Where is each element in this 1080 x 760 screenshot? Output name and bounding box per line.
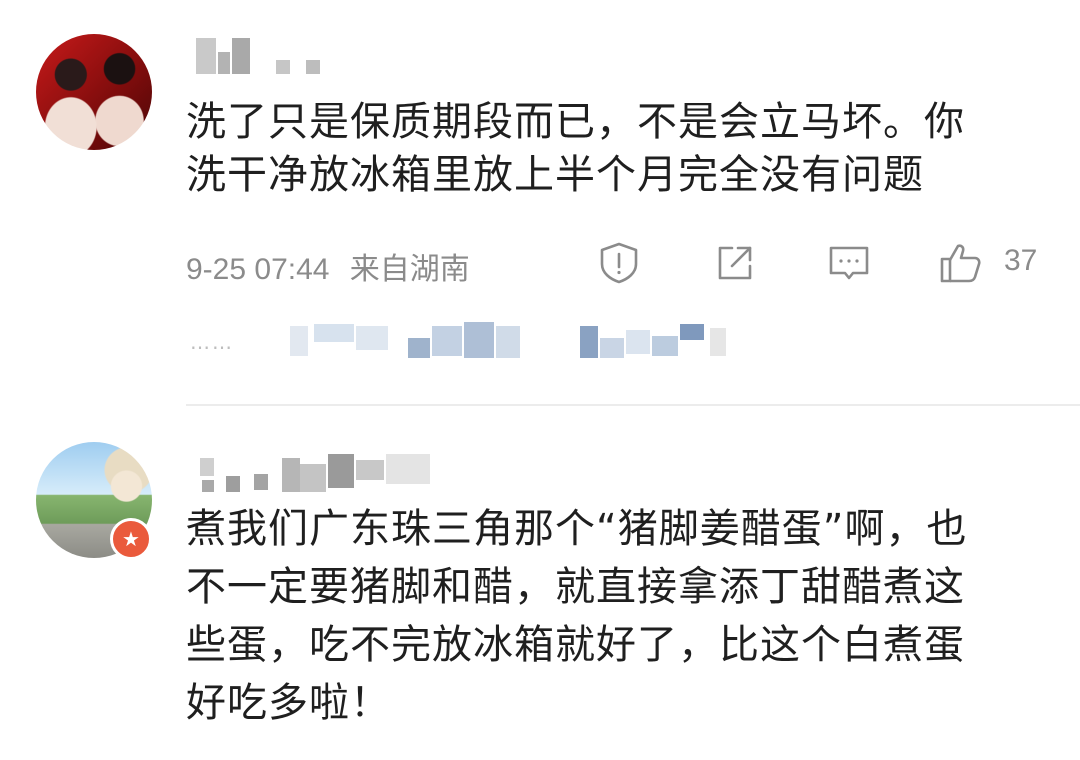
report-icon[interactable] <box>596 240 642 286</box>
comment-text-line: 洗了只是保质期段而已，不是会立马坏。你 <box>186 99 965 145</box>
comment-text: 煮我们广东珠三角那个“猪脚姜醋蛋”啊，也 不一定要猪脚和醋，就直接拿添丁甜醋煮这… <box>186 500 1056 732</box>
timestamp: 9-25 07:44 <box>186 253 330 286</box>
share-icon[interactable] <box>712 240 758 286</box>
thumbs-up-icon[interactable] <box>938 240 984 286</box>
comment-text-line: 洗干净放冰箱里放上半个月完全没有问题 <box>186 152 924 198</box>
avatar[interactable] <box>36 34 152 150</box>
username-blurred[interactable] <box>196 38 336 78</box>
like-count: 37 <box>1004 244 1038 277</box>
comment-text-line: 好吃多啦！ <box>186 680 391 726</box>
comment-text-line: 不一定要猪脚和醋，就直接拿添丁甜醋煮这 <box>186 564 965 610</box>
comment-text: 洗了只是保质期段而已，不是会立马坏。你 洗干净放冰箱里放上半个月完全没有问题 <box>186 96 1056 202</box>
comment-icon[interactable] <box>826 240 872 286</box>
star-badge-icon: ★ <box>110 518 152 560</box>
comment-text-line: 些蛋，吃不完放冰箱就好了，比这个白煮蛋 <box>186 622 965 668</box>
reply-preview-blurred[interactable] <box>290 320 760 364</box>
location: 来自湖南 <box>349 253 470 286</box>
comment-item: 洗了只是保质期段而已，不是会立马坏。你 洗干净放冰箱里放上半个月完全没有问题 9… <box>0 0 1080 406</box>
username-blurred[interactable] <box>196 454 436 494</box>
reply-preview-dots: …… <box>190 330 234 354</box>
comment-text-line: 煮我们广东珠三角那个“猪脚姜醋蛋”啊，也 <box>186 506 968 552</box>
comment-meta: 9-25 07:44 来自湖南 <box>186 244 470 288</box>
